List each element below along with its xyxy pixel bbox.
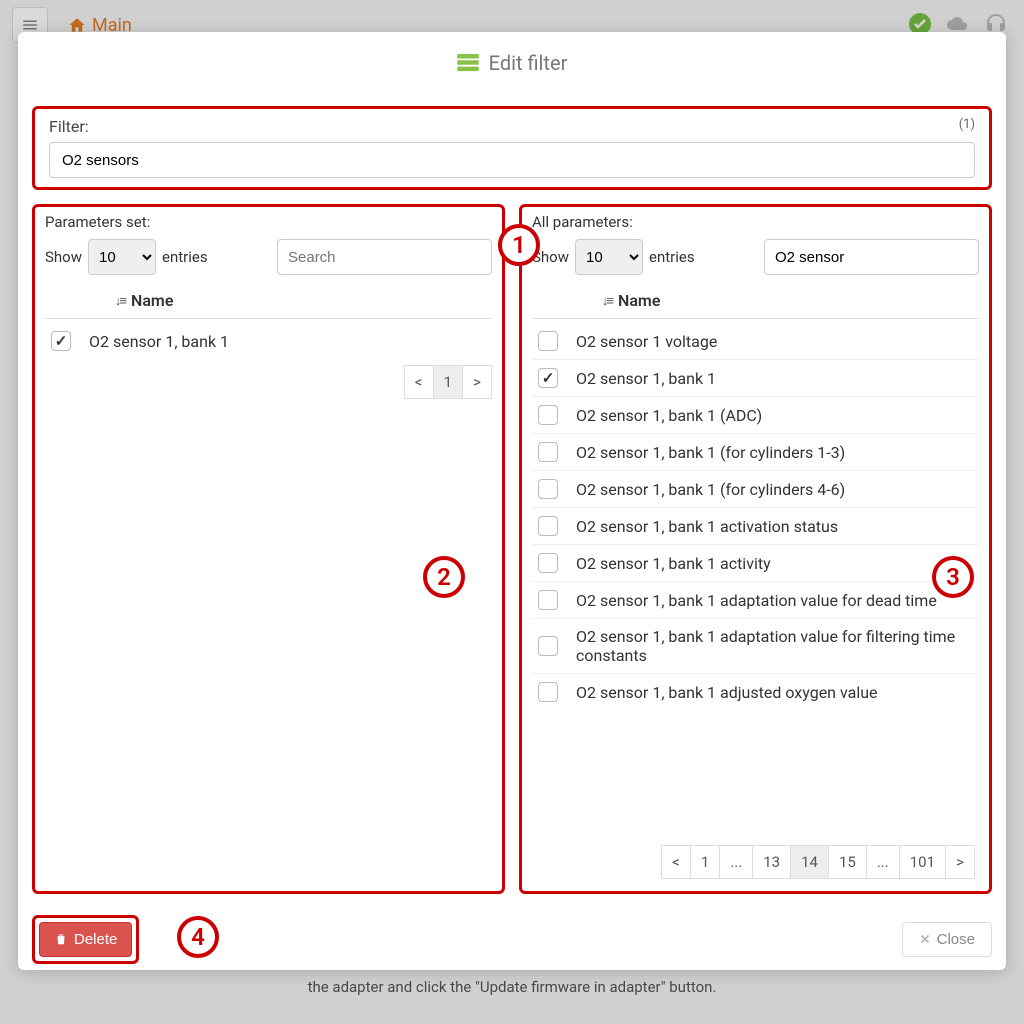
left-rows: O2 sensor 1, bank 1: [45, 323, 492, 359]
row-checkbox[interactable]: [538, 405, 558, 425]
filter-name-input[interactable]: [49, 142, 975, 178]
row-checkbox[interactable]: [538, 516, 558, 536]
right-col-name[interactable]: Name: [618, 291, 660, 310]
pager-button[interactable]: <: [404, 365, 434, 399]
annotation-badge-2: 2: [423, 556, 465, 598]
left-search-input[interactable]: [277, 239, 492, 275]
table-row[interactable]: O2 sensor 1, bank 1 activation status: [532, 508, 979, 545]
modal-footer: Delete 4 Close: [18, 908, 1006, 970]
all-parameters-panel: All parameters: Show 10 entries ↓≡ Name …: [519, 204, 992, 894]
modal-body: Filter: (1) Parameters set: Show 10 entr…: [18, 94, 1006, 908]
left-col-name[interactable]: Name: [131, 291, 173, 310]
sort-icon[interactable]: ↓≡: [602, 293, 612, 309]
row-label: O2 sensor 1, bank 1 (ADC): [576, 406, 975, 425]
table-row[interactable]: O2 sensor 1, bank 1 activity: [532, 545, 979, 582]
sort-icon[interactable]: ↓≡: [115, 293, 125, 309]
parameters-set-panel: Parameters set: Show 10 entries ↓≡ Name …: [32, 204, 505, 894]
left-entries-label: entries: [162, 248, 208, 266]
delete-button[interactable]: Delete: [39, 922, 132, 957]
row-label: O2 sensor 1, bank 1 activity: [576, 554, 975, 573]
row-checkbox[interactable]: [538, 590, 558, 610]
left-pager: <1>: [404, 365, 492, 399]
row-checkbox[interactable]: [538, 553, 558, 573]
all-parameters-title: All parameters:: [532, 213, 979, 231]
right-search-input[interactable]: [764, 239, 979, 275]
right-entries-label: entries: [649, 248, 695, 266]
delete-button-highlight: Delete: [32, 915, 139, 964]
pager-button[interactable]: 101: [899, 845, 946, 879]
row-checkbox[interactable]: [538, 442, 558, 462]
row-checkbox[interactable]: [538, 368, 558, 388]
row-checkbox[interactable]: [538, 331, 558, 351]
row-label: O2 sensor 1, bank 1 (for cylinders 4-6): [576, 480, 975, 499]
row-label: O2 sensor 1, bank 1: [89, 332, 488, 351]
table-row[interactable]: O2 sensor 1, bank 1 (for cylinders 4-6): [532, 471, 979, 508]
right-rows: O2 sensor 1 voltage O2 sensor 1, bank 1 O2…: [532, 323, 979, 710]
table-row[interactable]: O2 sensor 1 voltage: [532, 323, 979, 360]
pager-button[interactable]: <: [661, 845, 691, 879]
trash-icon: [54, 932, 68, 946]
close-label: Close: [937, 931, 975, 948]
filter-section: Filter: (1): [32, 106, 992, 190]
parameters-set-title: Parameters set:: [45, 213, 492, 231]
pager-button[interactable]: 13: [752, 845, 791, 879]
modal-title: Edit filter: [489, 51, 568, 75]
pager-button[interactable]: >: [945, 845, 975, 879]
table-row[interactable]: O2 sensor 1, bank 1: [45, 323, 492, 359]
table-row[interactable]: O2 sensor 1, bank 1 adjusted oxygen valu…: [532, 674, 979, 710]
table-row[interactable]: O2 sensor 1, bank 1: [532, 360, 979, 397]
close-button[interactable]: Close: [902, 922, 992, 957]
filter-icon: [457, 54, 479, 72]
row-checkbox[interactable]: [51, 331, 71, 351]
row-label: O2 sensor 1, bank 1 adaptation value for…: [576, 591, 975, 610]
edit-filter-modal: Edit filter Filter: (1) Parameters set: …: [18, 32, 1006, 970]
delete-label: Delete: [74, 931, 117, 948]
left-table-header: ↓≡ Name: [45, 283, 492, 319]
modal-header: Edit filter: [18, 32, 1006, 94]
row-label: O2 sensor 1, bank 1 adjusted oxygen valu…: [576, 683, 975, 702]
pager-button[interactable]: >: [462, 365, 492, 399]
table-row[interactable]: O2 sensor 1, bank 1 (for cylinders 1-3): [532, 434, 979, 471]
row-label: O2 sensor 1, bank 1 (for cylinders 1-3): [576, 443, 975, 462]
annotation-badge-4: 4: [177, 916, 219, 958]
filter-count: (1): [959, 117, 975, 132]
pager-button[interactable]: ...: [866, 845, 900, 879]
pager-button[interactable]: 1: [690, 845, 720, 879]
left-show-label: Show: [45, 248, 82, 266]
row-label: O2 sensor 1 voltage: [576, 332, 975, 351]
table-row[interactable]: O2 sensor 1, bank 1 adaptation value for…: [532, 619, 979, 674]
annotation-badge-3: 3: [932, 556, 974, 598]
left-page-size-select[interactable]: 10: [88, 239, 156, 275]
row-checkbox[interactable]: [538, 636, 558, 656]
right-table-header: ↓≡ Name: [532, 283, 979, 319]
annotation-badge-1: 1: [498, 224, 540, 266]
right-page-size-select[interactable]: 10: [575, 239, 643, 275]
pager-button[interactable]: 14: [790, 845, 829, 879]
table-row[interactable]: O2 sensor 1, bank 1 (ADC): [532, 397, 979, 434]
pager-button[interactable]: 1: [433, 365, 463, 399]
row-checkbox[interactable]: [538, 682, 558, 702]
row-checkbox[interactable]: [538, 479, 558, 499]
right-pager: <1...131415...101>: [661, 845, 975, 879]
close-icon: [919, 933, 931, 945]
table-row[interactable]: O2 sensor 1, bank 1 adaptation value for…: [532, 582, 979, 619]
row-label: O2 sensor 1, bank 1 adaptation value for…: [576, 627, 975, 665]
pager-button[interactable]: ...: [719, 845, 753, 879]
pager-button[interactable]: 15: [828, 845, 867, 879]
filter-label: Filter:: [49, 117, 89, 136]
row-label: O2 sensor 1, bank 1 activation status: [576, 517, 975, 536]
row-label: O2 sensor 1, bank 1: [576, 369, 975, 388]
